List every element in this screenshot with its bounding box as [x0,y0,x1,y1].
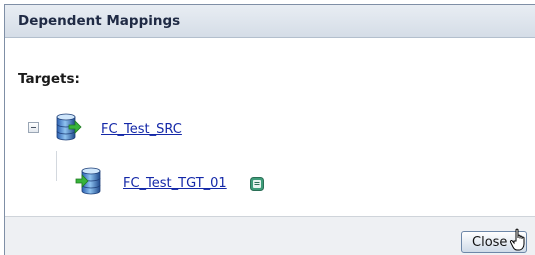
dependent-mappings-dialog: Dependent Mappings Targets: FC_Test_SRC [4,4,535,255]
tree-connector [56,151,57,181]
dialog-title-bar: Dependent Mappings [5,5,535,38]
tree-node-target-link[interactable]: FC_Test_TGT_01 [123,176,227,191]
targets-label: Targets: [18,71,80,87]
dialog-footer: Close [5,216,535,255]
database-target-icon [75,167,101,195]
tree-node-source-link[interactable]: FC_Test_SRC [101,122,182,137]
database-source-icon [56,113,82,141]
hand-cursor-icon [509,228,525,251]
mapping-details-icon[interactable] [250,177,264,191]
dialog-title: Dependent Mappings [18,13,181,29]
collapse-toggle[interactable] [28,122,39,133]
